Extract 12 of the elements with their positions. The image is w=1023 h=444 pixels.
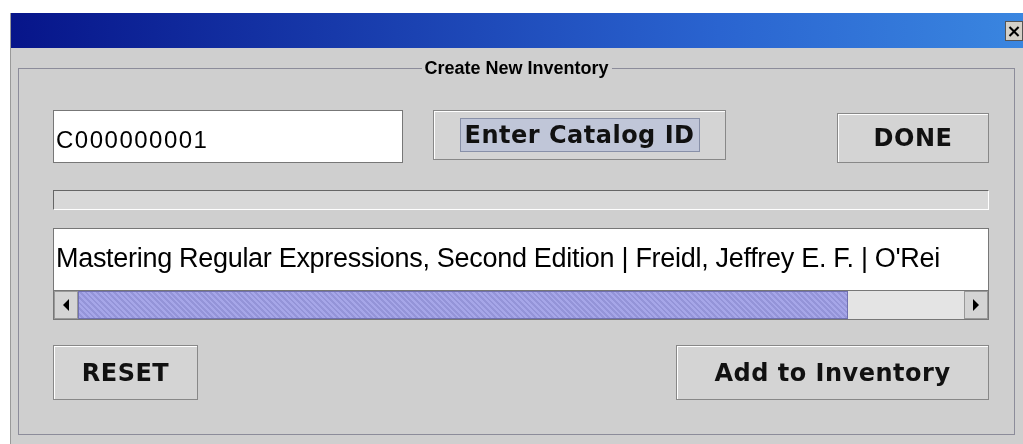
scroll-left-icon[interactable] (54, 291, 78, 319)
enter-id-button[interactable]: Enter Catalog ID (433, 110, 726, 160)
reset-button[interactable]: RESET (53, 345, 198, 400)
panel-title: Create New Inventory (421, 58, 612, 79)
scroll-right-icon[interactable] (964, 291, 988, 319)
scrollbar[interactable] (53, 290, 989, 320)
result-text: Mastering Regular Expressions, Second Edition | Freidl, Jeffrey E. F. | O'Rei (53, 228, 989, 290)
scroll-thumb[interactable] (78, 291, 848, 319)
done-button[interactable]: DONE (837, 113, 989, 163)
add-button[interactable]: Add to Inventory (676, 345, 989, 400)
catalog-id-field[interactable]: C000000001 (53, 110, 403, 163)
close-button[interactable]: × (1005, 20, 1023, 41)
